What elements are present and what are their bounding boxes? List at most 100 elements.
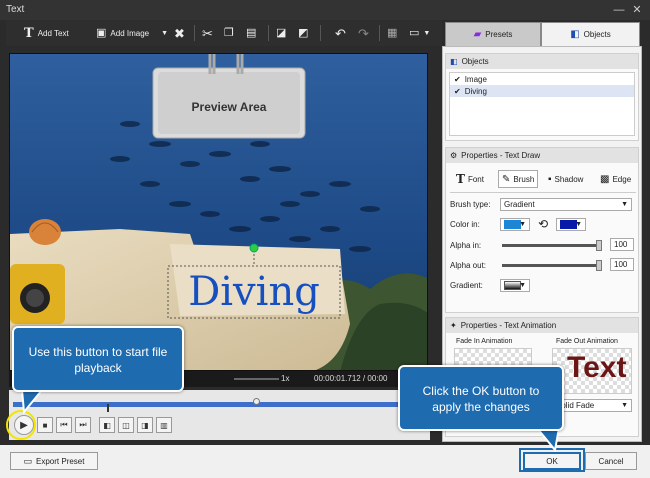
tab-objects[interactable]: ◧ Objects [541,22,640,46]
tab-edge-label: Edge [612,174,632,184]
gear-icon: ⚙ [450,151,458,160]
undo-button[interactable]: ↶ [335,23,346,43]
toolbar: T Add Text ▣ Add Image ▼ ✖ ✂ ❐ ▤ ◪ ◩ ↶ ↷… [6,20,442,46]
alpha-out-input[interactable]: 100 [610,258,634,271]
text-animation-header: ✦ Properties - Text Animation [446,318,638,333]
paste-button[interactable]: ▤ [246,23,256,43]
text-object-diving[interactable]: Diving [168,268,340,316]
text-draw-header: ⚙ Properties - Text Draw [446,148,638,163]
add-image-button[interactable]: ▣ Add Image ▼ [96,23,168,43]
window-title: Text [6,4,25,15]
preview-area[interactable]: Preview Area Diving [9,53,428,371]
tab-presets[interactable]: ▰ Presets [445,22,541,46]
minimize-icon[interactable]: — [612,3,626,17]
align-end-icon: ◨ [141,420,149,430]
timeline-track[interactable] [13,402,426,407]
brush-type-select[interactable]: Gradient ▼ [500,197,632,211]
preview-area-label: Preview Area [191,100,267,114]
text-icon: T [24,25,34,41]
stop-button[interactable]: ■ [37,417,53,433]
chevron-down-icon: ▼ [575,220,583,228]
redo-icon: ↷ [358,25,369,41]
export-preset-label: Export Preset [36,456,85,466]
alpha-in-input[interactable]: 100 [610,238,634,251]
window-titlebar: Text — ✕ [0,0,650,20]
alpha-in-row: Alpha in: 100 [450,238,636,252]
cancel-button[interactable]: Cancel [585,452,637,470]
chevron-down-icon: ▼ [519,220,526,228]
objects-section: ◧ Objects ✔ Image ✔ Diving [445,53,639,141]
color-1-picker[interactable]: ▼ [500,217,530,231]
swap-colors-icon[interactable]: ⟲ [538,217,548,231]
align-center-button[interactable]: ◫ [118,417,134,433]
alpha-in-label: Alpha in: [450,240,482,250]
fade-out-preview-text: Text [567,351,627,384]
volume-slider[interactable] [234,378,279,380]
alpha-out-row: Alpha out: 100 [450,258,636,272]
redo-button[interactable]: ↷ [358,23,369,43]
shadow-icon: ▪ [548,173,552,185]
add-text-button[interactable]: T Add Text [24,23,69,43]
tab-brush[interactable]: ✎ Brush [498,170,539,188]
bring-forward-button[interactable]: ◪ [276,23,286,43]
align-start-button[interactable]: ◧ [99,417,115,433]
alpha-in-slider[interactable] [502,240,602,251]
tab-font[interactable]: T Font [456,170,484,188]
previous-icon: ⏮ [60,420,68,429]
tab-shadow-label: Shadow [554,174,584,184]
next-button[interactable]: ⏭ [75,417,91,433]
copy-icon: ❐ [224,26,234,39]
align-end-button[interactable]: ◨ [137,417,153,433]
tab-shadow[interactable]: ▪ Shadow [548,170,583,188]
delete-button[interactable]: ✖ [174,23,185,43]
screen-size-button[interactable]: ▭ ▼ [409,23,430,43]
divider [450,192,636,193]
fit-duration-button[interactable]: ▥ [156,417,172,433]
next-icon: ⏭ [79,420,87,429]
align-center-icon: ◫ [122,420,130,430]
align-start-icon: ◧ [103,420,111,430]
fade-out-select[interactable]: Solid Fade ▼ [552,399,632,412]
toolbar-divider [320,25,321,41]
cut-button[interactable]: ✂ [202,23,213,43]
ok-callout: Click the OK button to apply the changes [398,365,564,431]
scissors-icon: ✂ [202,25,213,41]
alpha-out-slider[interactable] [502,260,602,271]
playback-speed: 1x [281,374,290,383]
list-item[interactable]: ✔ Diving [450,85,634,97]
brush-type-label: Brush type: [450,199,491,209]
copy-button[interactable]: ❐ [224,23,234,43]
brush-type-value: Gradient [504,199,535,209]
list-item[interactable]: ✔ Image [450,73,634,85]
tab-objects-label: Objects [583,30,611,39]
toolbar-divider [194,25,195,41]
timeline[interactable] [9,390,430,412]
chevron-down-icon[interactable]: ▼ [423,30,430,37]
send-backward-icon: ◩ [298,26,309,39]
fit-duration-icon: ▥ [160,420,168,430]
timeline-handle[interactable] [253,398,260,405]
check-icon[interactable]: ✔ [454,75,461,84]
time-readout: 00:00:01.712 / 00:00 [314,374,388,383]
send-backward-button[interactable]: ◩ [298,23,308,43]
export-preset-button[interactable]: ▭ Export Preset [10,452,98,470]
alpha-out-knob[interactable] [596,260,602,271]
alpha-in-knob[interactable] [596,240,602,251]
check-icon[interactable]: ✔ [454,87,461,96]
tab-edge[interactable]: ▩ Edge [600,170,631,188]
color-2-picker[interactable]: ▼ [556,217,587,231]
objects-header: ◧ Objects [446,54,638,69]
monitor-icon: ▭ [409,26,420,39]
export-icon: ▭ [23,455,33,466]
add-image-label: Add Image [110,28,150,38]
close-window-icon[interactable]: ✕ [630,3,644,17]
gradient-picker[interactable]: ▼ [500,278,530,292]
fade-out-preview[interactable]: Text [552,348,632,394]
timeline-marker[interactable] [107,404,109,412]
previous-button[interactable]: ⏮ [56,417,72,433]
grid-button[interactable]: ▦ [387,23,397,43]
chevron-down-icon[interactable]: ▼ [161,30,168,37]
fade-in-label: Fade In Animation [456,338,513,345]
brush-icon: ✎ [502,173,511,185]
stop-icon: ■ [42,420,48,430]
